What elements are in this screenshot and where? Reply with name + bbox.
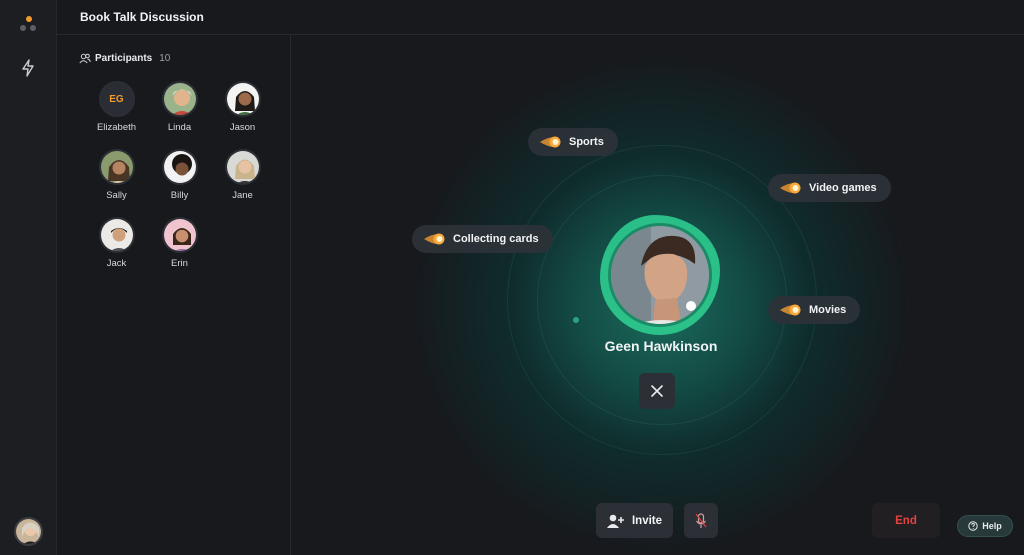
avatar bbox=[224, 149, 261, 185]
microphone-muted-icon bbox=[695, 512, 707, 528]
participant-name: Linda bbox=[167, 122, 192, 133]
speaker-photo bbox=[608, 223, 712, 327]
avatar bbox=[224, 81, 261, 117]
left-rail bbox=[0, 0, 57, 555]
end-call-button[interactable]: End bbox=[872, 503, 940, 538]
current-user-avatar[interactable] bbox=[14, 517, 43, 546]
avatar bbox=[161, 149, 198, 185]
participant-name: Billy bbox=[170, 190, 189, 201]
participant-name: Elizabeth bbox=[96, 122, 137, 133]
lightning-bolt-icon[interactable] bbox=[20, 59, 36, 77]
avatar bbox=[161, 217, 198, 253]
avatar: EG bbox=[98, 81, 135, 117]
comet-icon bbox=[780, 304, 801, 316]
top-bar: Book Talk Discussion bbox=[57, 0, 1024, 35]
participants-grid: EG Elizabeth Linda Jason Sally Billy Jan… bbox=[85, 81, 275, 269]
invite-label: Invite bbox=[631, 514, 663, 527]
participants-count: 10 bbox=[159, 53, 171, 64]
comet-icon bbox=[780, 182, 801, 194]
app-logo-icon[interactable] bbox=[20, 16, 38, 34]
participants-panel: Participants 10 EG Elizabeth Linda Jason… bbox=[57, 35, 291, 555]
topic-movies[interactable]: Movies bbox=[768, 296, 861, 324]
participant-erin[interactable]: Erin bbox=[148, 217, 211, 269]
page-title: Book Talk Discussion bbox=[80, 10, 204, 24]
participant-jane[interactable]: Jane bbox=[211, 149, 274, 201]
topic-video-games[interactable]: Video games bbox=[768, 174, 891, 202]
speaker-name: Geen Hawkinson bbox=[604, 338, 718, 354]
participant-sally[interactable]: Sally bbox=[85, 149, 148, 201]
topic-collecting-cards[interactable]: Collecting cards bbox=[412, 225, 553, 253]
participant-billy[interactable]: Billy bbox=[148, 149, 211, 201]
participant-name: Jane bbox=[232, 190, 253, 201]
invite-button[interactable]: Invite bbox=[596, 503, 673, 538]
add-user-icon bbox=[606, 514, 624, 528]
participants-header: Participants 10 bbox=[79, 53, 170, 64]
help-button[interactable]: Help bbox=[957, 515, 1013, 537]
topic-sports[interactable]: Sports bbox=[528, 128, 618, 156]
participants-label: Participants bbox=[95, 53, 153, 64]
topic-label: Sports bbox=[569, 136, 604, 148]
comet-icon bbox=[424, 233, 445, 245]
participant-jack[interactable]: Jack bbox=[85, 217, 148, 269]
participant-name: Sally bbox=[106, 190, 127, 201]
avatar bbox=[98, 149, 135, 185]
topic-label: Collecting cards bbox=[453, 233, 539, 245]
avatar bbox=[98, 217, 135, 253]
orbit-dot bbox=[573, 317, 579, 323]
comet-icon bbox=[540, 136, 561, 148]
participant-jason[interactable]: Jason bbox=[211, 81, 274, 133]
participant-name: Jason bbox=[229, 122, 256, 133]
users-icon bbox=[79, 53, 91, 64]
topic-label: Video games bbox=[809, 182, 877, 194]
speaker-avatar[interactable] bbox=[600, 215, 720, 335]
help-label: Help bbox=[982, 521, 1002, 531]
avatar bbox=[161, 81, 198, 117]
participant-name: Jack bbox=[106, 258, 127, 269]
dismiss-button[interactable] bbox=[639, 373, 675, 409]
participant-linda[interactable]: Linda bbox=[148, 81, 211, 133]
conversation-stage: Sports Video games Collecting cards Movi… bbox=[291, 35, 1024, 555]
participant-elizabeth[interactable]: EG Elizabeth bbox=[85, 81, 148, 133]
help-icon bbox=[968, 521, 978, 531]
mute-toggle-button[interactable] bbox=[684, 503, 718, 538]
participant-name: Erin bbox=[171, 258, 188, 269]
topic-label: Movies bbox=[809, 304, 847, 316]
close-icon bbox=[651, 385, 663, 397]
